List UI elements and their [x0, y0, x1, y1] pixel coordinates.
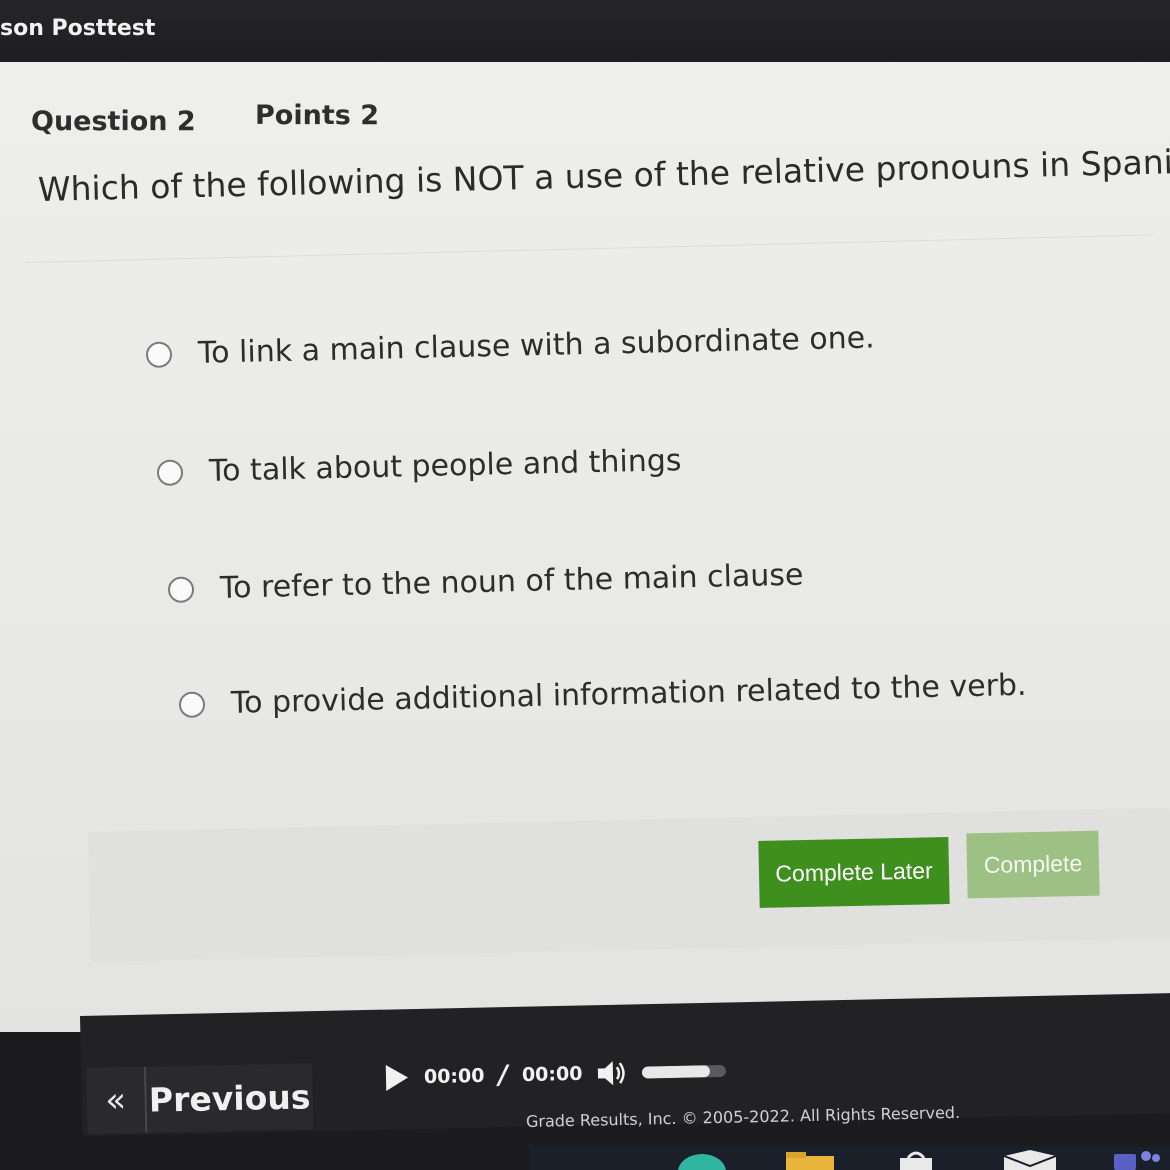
previous-button[interactable]: Previous — [145, 1063, 314, 1133]
play-icon[interactable] — [384, 1062, 411, 1093]
app-title: son Posttest — [0, 16, 156, 41]
edge-browser-icon[interactable] — [676, 1150, 728, 1170]
total-time: 00:00 — [521, 1062, 583, 1087]
answer-option-label: To provide additional information relate… — [230, 667, 1027, 721]
answer-option-3[interactable]: To refer to the noun of the main clause — [167, 557, 804, 607]
volume-slider-fill — [642, 1065, 710, 1079]
time-separator: / — [498, 1060, 509, 1091]
radio-unchecked-icon[interactable] — [156, 458, 184, 486]
radio-unchecked-icon[interactable] — [145, 340, 173, 368]
answer-option-1[interactable]: To link a main clause with a subordinate… — [145, 320, 876, 372]
answer-option-label: To talk about people and things — [208, 443, 682, 489]
mail-icon[interactable] — [1002, 1150, 1058, 1170]
question-text: Which of the following is NOT a use of t… — [37, 140, 1170, 209]
double-chevron-left-icon[interactable]: « — [86, 1066, 148, 1134]
complete-button[interactable]: Complete — [966, 830, 1100, 899]
divider — [24, 234, 1155, 263]
current-time: 00:00 — [423, 1064, 485, 1089]
radio-unchecked-icon[interactable] — [167, 575, 195, 603]
answer-option-label: To refer to the noun of the main clause — [219, 557, 804, 606]
teams-icon[interactable] — [1112, 1150, 1162, 1170]
folder-icon[interactable] — [786, 1150, 834, 1170]
answer-option-label: To link a main clause with a subordinate… — [197, 320, 876, 371]
answer-option-4[interactable]: To provide additional information relate… — [178, 667, 1027, 722]
store-bag-icon[interactable] — [896, 1150, 936, 1170]
os-taskbar — [530, 1146, 1170, 1170]
answer-option-2[interactable]: To talk about people and things — [156, 443, 682, 490]
volume-slider[interactable] — [642, 1064, 727, 1079]
previous-control[interactable]: « Previous — [86, 1063, 314, 1134]
complete-later-button[interactable]: Complete Later — [758, 837, 950, 908]
radio-unchecked-icon[interactable] — [178, 690, 206, 718]
title-bar: son Posttest — [0, 0, 1170, 62]
question-number: Question 2 — [31, 106, 196, 137]
question-panel: Question 2 Points 2 Which of the followi… — [0, 62, 1170, 1032]
question-points: Points 2 — [255, 100, 379, 131]
volume-icon[interactable] — [596, 1058, 629, 1089]
screen: son Posttest Question 2 Points 2 Which o… — [0, 0, 1170, 1170]
